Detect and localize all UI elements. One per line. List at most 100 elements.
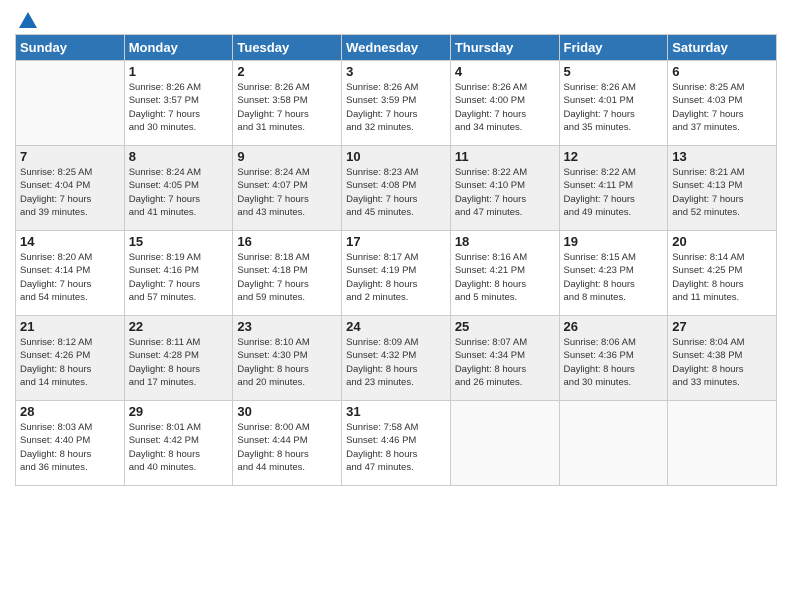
day-number: 11 — [455, 149, 555, 164]
day-content: Sunrise: 8:21 AMSunset: 4:13 PMDaylight:… — [672, 166, 772, 219]
day-cell: 26Sunrise: 8:06 AMSunset: 4:36 PMDayligh… — [559, 316, 668, 401]
day-content: Sunrise: 8:14 AMSunset: 4:25 PMDaylight:… — [672, 251, 772, 304]
day-content: Sunrise: 8:17 AMSunset: 4:19 PMDaylight:… — [346, 251, 446, 304]
week-row-2: 7 Sunrise: 8:25 AMSunset: 4:04 PMDaylight… — [16, 146, 777, 231]
day-number: 7 — [20, 149, 120, 164]
day-cell: 23 Sunrise: 8:10 AMSunset: 4:30 PMDayligh… — [233, 316, 342, 401]
day-number: 15 — [129, 234, 229, 249]
day-cell: 2 Sunrise: 8:26 AMSunset: 3:58 PMDaylight… — [233, 61, 342, 146]
day-content: Sunrise: 7:58 AMSunset: 4:46 PMDaylight:… — [346, 421, 446, 474]
day-content: Sunrise: 8:10 AMSunset: 4:30 PMDaylight:… — [237, 336, 337, 389]
day-content: Sunrise: 8:26 AMSunset: 3:57 PMDaylight:… — [129, 81, 229, 134]
day-number: 10 — [346, 149, 446, 164]
day-number: 29 — [129, 404, 229, 419]
logo-icon — [17, 10, 39, 32]
day-number: 31 — [346, 404, 446, 419]
week-row-4: 21 Sunrise: 8:12 AMSunset: 4:26 PMDayligh… — [16, 316, 777, 401]
day-content: Sunrise: 8:04 AMSunset: 4:38 PMDaylight:… — [672, 336, 772, 389]
header — [15, 10, 777, 28]
day-content: Sunrise: 8:26 AMSunset: 4:01 PMDaylight:… — [564, 81, 664, 134]
day-number: 30 — [237, 404, 337, 419]
day-content: Sunrise: 8:24 AMSunset: 4:05 PMDaylight:… — [129, 166, 229, 219]
header-cell-monday: Monday — [124, 35, 233, 61]
day-content: Sunrise: 8:16 AMSunset: 4:21 PMDaylight:… — [455, 251, 555, 304]
day-content: Sunrise: 8:11 AMSunset: 4:28 PMDaylight:… — [129, 336, 229, 389]
day-cell: 6Sunrise: 8:25 AMSunset: 4:03 PMDaylight… — [668, 61, 777, 146]
header-cell-tuesday: Tuesday — [233, 35, 342, 61]
day-cell: 8 Sunrise: 8:24 AMSunset: 4:05 PMDaylight… — [124, 146, 233, 231]
day-number: 5 — [564, 64, 664, 79]
day-cell: 30 Sunrise: 8:00 AMSunset: 4:44 PMDayligh… — [233, 401, 342, 486]
day-content: Sunrise: 8:26 AMSunset: 3:59 PMDaylight:… — [346, 81, 446, 134]
week-row-5: 28 Sunrise: 8:03 AMSunset: 4:40 PMDayligh… — [16, 401, 777, 486]
day-content: Sunrise: 8:01 AMSunset: 4:42 PMDaylight:… — [129, 421, 229, 474]
day-number: 8 — [129, 149, 229, 164]
header-cell-sunday: Sunday — [16, 35, 125, 61]
header-cell-wednesday: Wednesday — [342, 35, 451, 61]
day-number: 4 — [455, 64, 555, 79]
day-number: 6 — [672, 64, 772, 79]
day-content: Sunrise: 8:19 AMSunset: 4:16 PMDaylight:… — [129, 251, 229, 304]
day-number: 14 — [20, 234, 120, 249]
day-cell: 31 Sunrise: 7:58 AMSunset: 4:46 PMDayligh… — [342, 401, 451, 486]
day-number: 2 — [237, 64, 337, 79]
day-number: 23 — [237, 319, 337, 334]
day-content: Sunrise: 8:09 AMSunset: 4:32 PMDaylight:… — [346, 336, 446, 389]
day-number: 17 — [346, 234, 446, 249]
week-row-1: 1 Sunrise: 8:26 AMSunset: 3:57 PMDaylight… — [16, 61, 777, 146]
day-cell: 21 Sunrise: 8:12 AMSunset: 4:26 PMDayligh… — [16, 316, 125, 401]
week-row-3: 14 Sunrise: 8:20 AMSunset: 4:14 PMDayligh… — [16, 231, 777, 316]
page: SundayMondayTuesdayWednesdayThursdayFrid… — [0, 0, 792, 612]
logo — [15, 10, 39, 28]
day-content: Sunrise: 8:00 AMSunset: 4:44 PMDaylight:… — [237, 421, 337, 474]
day-content: Sunrise: 8:22 AMSunset: 4:10 PMDaylight:… — [455, 166, 555, 219]
day-cell: 5 Sunrise: 8:26 AMSunset: 4:01 PMDaylight… — [559, 61, 668, 146]
day-cell: 3Sunrise: 8:26 AMSunset: 3:59 PMDaylight… — [342, 61, 451, 146]
day-number: 18 — [455, 234, 555, 249]
day-number: 26 — [564, 319, 664, 334]
day-cell: 10 Sunrise: 8:23 AMSunset: 4:08 PMDayligh… — [342, 146, 451, 231]
day-content: Sunrise: 8:18 AMSunset: 4:18 PMDaylight:… — [237, 251, 337, 304]
day-cell: 20 Sunrise: 8:14 AMSunset: 4:25 PMDayligh… — [668, 231, 777, 316]
header-row: SundayMondayTuesdayWednesdayThursdayFrid… — [16, 35, 777, 61]
day-number: 1 — [129, 64, 229, 79]
day-content: Sunrise: 8:03 AMSunset: 4:40 PMDaylight:… — [20, 421, 120, 474]
day-cell: 4 Sunrise: 8:26 AMSunset: 4:00 PMDaylight… — [450, 61, 559, 146]
day-number: 24 — [346, 319, 446, 334]
day-cell — [668, 401, 777, 486]
day-number: 22 — [129, 319, 229, 334]
day-cell: 7 Sunrise: 8:25 AMSunset: 4:04 PMDaylight… — [16, 146, 125, 231]
calendar-table: SundayMondayTuesdayWednesdayThursdayFrid… — [15, 34, 777, 486]
day-cell — [16, 61, 125, 146]
day-number: 28 — [20, 404, 120, 419]
day-content: Sunrise: 8:22 AMSunset: 4:11 PMDaylight:… — [564, 166, 664, 219]
day-cell: 13Sunrise: 8:21 AMSunset: 4:13 PMDayligh… — [668, 146, 777, 231]
day-content: Sunrise: 8:25 AMSunset: 4:04 PMDaylight:… — [20, 166, 120, 219]
header-cell-saturday: Saturday — [668, 35, 777, 61]
day-cell: 19Sunrise: 8:15 AMSunset: 4:23 PMDayligh… — [559, 231, 668, 316]
day-cell: 18 Sunrise: 8:16 AMSunset: 4:21 PMDayligh… — [450, 231, 559, 316]
day-cell — [559, 401, 668, 486]
day-cell — [450, 401, 559, 486]
day-cell: 12Sunrise: 8:22 AMSunset: 4:11 PMDayligh… — [559, 146, 668, 231]
day-content: Sunrise: 8:24 AMSunset: 4:07 PMDaylight:… — [237, 166, 337, 219]
day-cell: 25Sunrise: 8:07 AMSunset: 4:34 PMDayligh… — [450, 316, 559, 401]
day-number: 16 — [237, 234, 337, 249]
day-number: 20 — [672, 234, 772, 249]
day-number: 21 — [20, 319, 120, 334]
day-content: Sunrise: 8:20 AMSunset: 4:14 PMDaylight:… — [20, 251, 120, 304]
day-content: Sunrise: 8:26 AMSunset: 4:00 PMDaylight:… — [455, 81, 555, 134]
day-cell: 16 Sunrise: 8:18 AMSunset: 4:18 PMDayligh… — [233, 231, 342, 316]
day-cell: 9 Sunrise: 8:24 AMSunset: 4:07 PMDaylight… — [233, 146, 342, 231]
day-cell: 17 Sunrise: 8:17 AMSunset: 4:19 PMDayligh… — [342, 231, 451, 316]
day-content: Sunrise: 8:26 AMSunset: 3:58 PMDaylight:… — [237, 81, 337, 134]
day-number: 9 — [237, 149, 337, 164]
header-cell-friday: Friday — [559, 35, 668, 61]
day-content: Sunrise: 8:12 AMSunset: 4:26 PMDaylight:… — [20, 336, 120, 389]
day-content: Sunrise: 8:23 AMSunset: 4:08 PMDaylight:… — [346, 166, 446, 219]
day-cell: 28 Sunrise: 8:03 AMSunset: 4:40 PMDayligh… — [16, 401, 125, 486]
day-cell: 24 Sunrise: 8:09 AMSunset: 4:32 PMDayligh… — [342, 316, 451, 401]
day-content: Sunrise: 8:15 AMSunset: 4:23 PMDaylight:… — [564, 251, 664, 304]
day-number: 25 — [455, 319, 555, 334]
day-cell: 15 Sunrise: 8:19 AMSunset: 4:16 PMDayligh… — [124, 231, 233, 316]
